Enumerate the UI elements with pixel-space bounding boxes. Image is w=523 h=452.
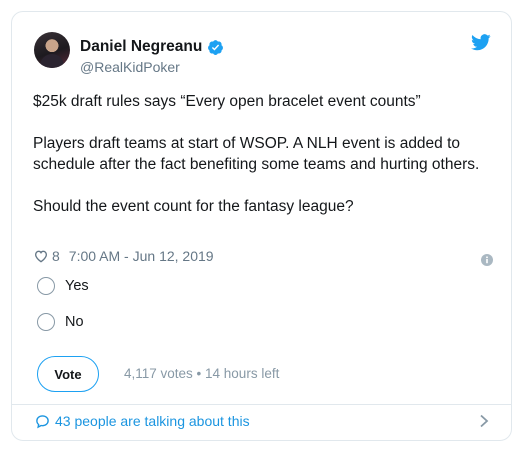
- tweet-meta-row: 8 7:00 AM - Jun 12, 2019: [33, 248, 214, 264]
- poll-option-label: No: [65, 314, 84, 330]
- tweet-text: $25k draft rules says “Every open bracel…: [33, 91, 503, 217]
- speech-bubble-icon: [36, 414, 49, 428]
- divider: [12, 404, 511, 405]
- conversation-link-text[interactable]: 43 people are talking about this: [55, 413, 250, 429]
- heart-icon[interactable]: [33, 248, 49, 264]
- avatar[interactable]: [34, 32, 70, 68]
- poll-option-no[interactable]: No: [37, 313, 84, 331]
- author-name-row: Daniel Negreanu: [80, 38, 224, 56]
- author-display-name[interactable]: Daniel Negreanu: [80, 38, 202, 56]
- poll-radio[interactable]: [37, 313, 55, 331]
- poll-status: 4,117 votes • 14 hours left: [124, 366, 280, 381]
- poll-option-yes[interactable]: Yes: [37, 277, 89, 295]
- tweet-timestamp[interactable]: 7:00 AM - Jun 12, 2019: [69, 248, 214, 264]
- author-handle[interactable]: @RealKidPoker: [80, 59, 180, 75]
- vote-button[interactable]: Vote: [37, 356, 99, 392]
- tweet-card: Daniel Negreanu @RealKidPoker $25k draft…: [11, 11, 512, 441]
- like-count[interactable]: 8: [52, 248, 60, 264]
- conversation-link[interactable]: 43 people are talking about this: [35, 413, 250, 429]
- tweet-paragraph: $25k draft rules says “Every open bracel…: [33, 93, 421, 110]
- info-icon[interactable]: [481, 254, 493, 266]
- twitter-bird-icon[interactable]: [471, 34, 491, 51]
- tweet-paragraph: Players draft teams at start of WSOP. A …: [33, 135, 480, 173]
- chevron-right-icon[interactable]: [479, 414, 489, 428]
- verified-badge-icon: [208, 39, 224, 55]
- tweet-paragraph: Should the event count for the fantasy l…: [33, 198, 354, 215]
- poll-radio[interactable]: [37, 277, 55, 295]
- poll-option-label: Yes: [65, 278, 89, 294]
